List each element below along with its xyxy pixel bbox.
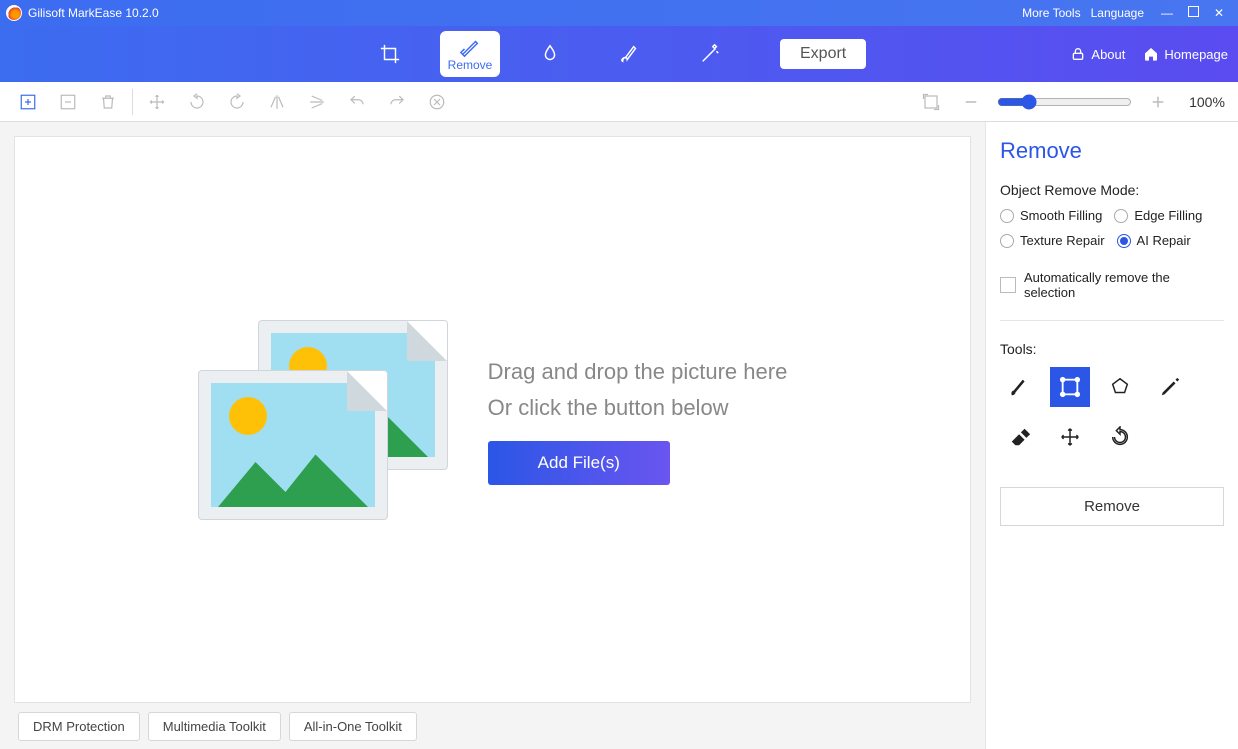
secondary-toolbar: 100%	[0, 82, 1238, 122]
magic-tool[interactable]	[680, 31, 740, 77]
remove-tool[interactable]: Remove	[440, 31, 500, 77]
mode-label: Object Remove Mode:	[1000, 182, 1224, 198]
crop-tool[interactable]	[360, 31, 420, 77]
about-link[interactable]: About	[1070, 46, 1125, 62]
footer-multimedia[interactable]: Multimedia Toolkit	[148, 712, 281, 741]
zoom-in-button[interactable]	[1138, 86, 1178, 118]
watermark-tool[interactable]	[520, 31, 580, 77]
auto-remove-label: Automatically remove the selection	[1024, 270, 1224, 300]
about-label: About	[1091, 47, 1125, 62]
homepage-label: Homepage	[1164, 47, 1228, 62]
lock-icon	[1070, 46, 1086, 62]
brush-tool[interactable]	[600, 31, 660, 77]
remove-action-button[interactable]: Remove	[1000, 487, 1224, 526]
tool-pen[interactable]	[1150, 367, 1190, 407]
tool-polygon[interactable]	[1100, 367, 1140, 407]
rotate-left-button[interactable]	[177, 86, 217, 118]
remove-image-button[interactable]	[48, 86, 88, 118]
zoom-slider[interactable]	[997, 94, 1132, 110]
canvas-area: Drag and drop the picture here Or click …	[0, 122, 986, 749]
tool-move[interactable]	[1050, 417, 1090, 457]
delete-button[interactable]	[88, 86, 128, 118]
add-files-button[interactable]: Add File(s)	[488, 441, 670, 485]
dropzone-illustration-icon	[198, 320, 448, 520]
radio-texture-label: Texture Repair	[1020, 233, 1105, 248]
tool-brush[interactable]	[1000, 367, 1040, 407]
flip-horizontal-button[interactable]	[257, 86, 297, 118]
remove-tool-label: Remove	[448, 58, 493, 72]
app-logo-icon	[6, 5, 22, 21]
footer-allinone[interactable]: All-in-One Toolkit	[289, 712, 417, 741]
export-button[interactable]: Export	[780, 39, 866, 69]
radio-smooth-filling[interactable]: Smooth Filling	[1000, 208, 1102, 223]
clear-button[interactable]	[417, 86, 457, 118]
tool-rectangle[interactable]	[1050, 367, 1090, 407]
language-link[interactable]: Language	[1091, 6, 1144, 20]
radio-edge-filling[interactable]: Edge Filling	[1114, 208, 1202, 223]
redo-button[interactable]	[377, 86, 417, 118]
window-maximize-button[interactable]	[1180, 6, 1206, 20]
dropzone-text-2: Or click the button below	[488, 390, 788, 425]
add-image-button[interactable]	[8, 86, 48, 118]
window-minimize-button[interactable]	[1154, 6, 1180, 20]
tool-reset[interactable]	[1100, 417, 1140, 457]
window-close-button[interactable]	[1206, 6, 1232, 20]
rotate-right-button[interactable]	[217, 86, 257, 118]
app-title: Gilisoft MarkEase 10.2.0	[28, 6, 159, 20]
main-ribbon: Remove Export About Homepage	[0, 26, 1238, 82]
undo-button[interactable]	[337, 86, 377, 118]
side-panel: Remove Object Remove Mode: Smooth Fillin…	[986, 122, 1238, 749]
drop-zone[interactable]: Drag and drop the picture here Or click …	[14, 136, 971, 703]
title-bar: Gilisoft MarkEase 10.2.0 More Tools Lang…	[0, 0, 1238, 26]
radio-ai-label: AI Repair	[1137, 233, 1191, 248]
radio-ai-repair[interactable]: AI Repair	[1117, 233, 1191, 248]
zoom-label: 100%	[1184, 94, 1230, 110]
auto-remove-checkbox[interactable]: Automatically remove the selection	[1000, 270, 1224, 300]
move-tool-button[interactable]	[137, 86, 177, 118]
tool-eraser[interactable]	[1000, 417, 1040, 457]
homepage-link[interactable]: Homepage	[1143, 46, 1228, 62]
radio-texture-repair[interactable]: Texture Repair	[1000, 233, 1105, 248]
checkbox-icon	[1000, 277, 1016, 293]
panel-title: Remove	[1000, 138, 1224, 164]
footer-drm[interactable]: DRM Protection	[18, 712, 140, 741]
footer-links: DRM Protection Multimedia Toolkit All-in…	[14, 703, 971, 749]
dropzone-text-1: Drag and drop the picture here	[488, 354, 788, 389]
radio-edge-label: Edge Filling	[1134, 208, 1202, 223]
radio-smooth-label: Smooth Filling	[1020, 208, 1102, 223]
tools-label: Tools:	[1000, 341, 1224, 357]
fit-screen-button[interactable]	[911, 86, 951, 118]
home-icon	[1143, 46, 1159, 62]
flip-vertical-button[interactable]	[297, 86, 337, 118]
more-tools-link[interactable]: More Tools	[1022, 6, 1080, 20]
zoom-out-button[interactable]	[951, 86, 991, 118]
zoom-control: 100%	[951, 86, 1230, 118]
